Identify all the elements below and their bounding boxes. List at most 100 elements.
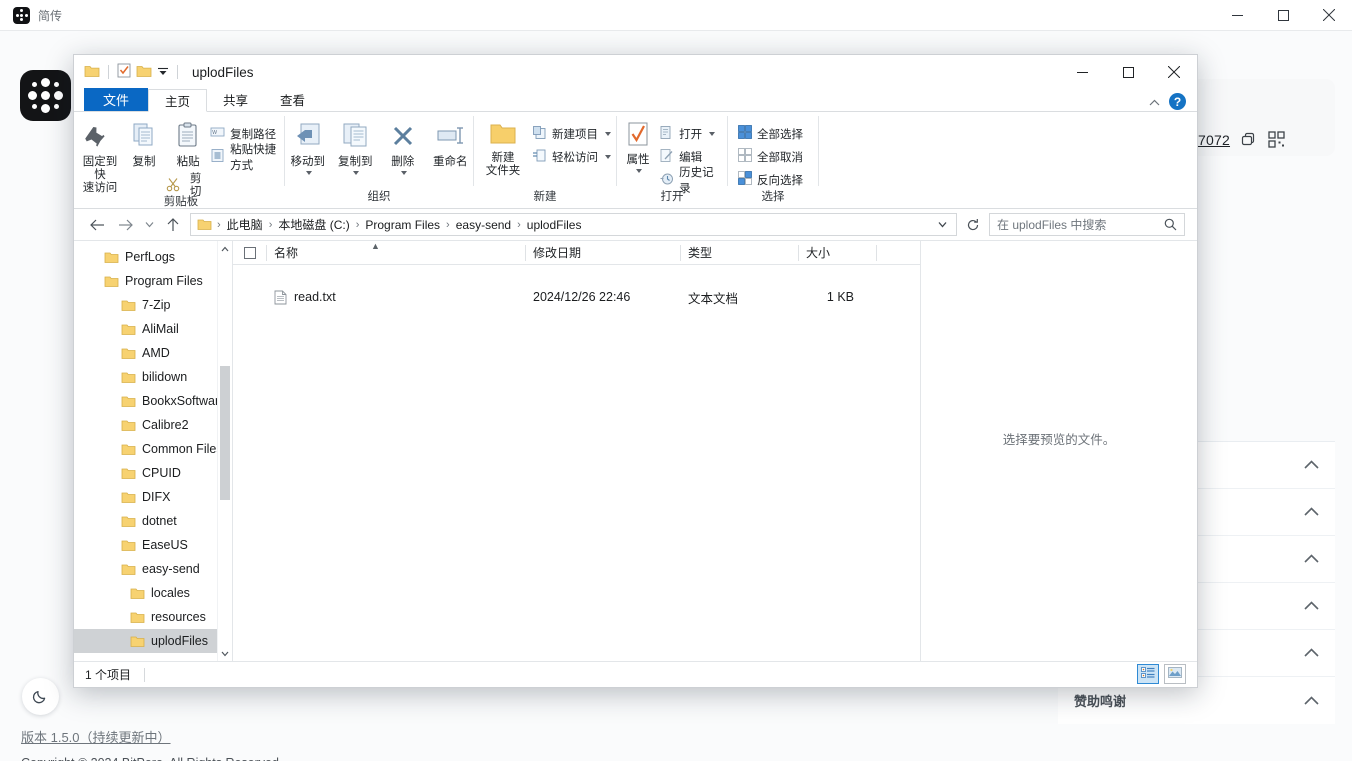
column-header-size[interactable]: 大小 <box>798 241 876 265</box>
customize-dropdown-icon[interactable] <box>157 65 169 80</box>
tree-item-alimail[interactable]: AliMail <box>74 317 232 341</box>
tree-item-dotnet[interactable]: dotnet <box>74 509 232 533</box>
breadcrumb-separator[interactable]: › <box>516 219 522 231</box>
tab-home[interactable]: 主页 <box>148 89 207 112</box>
version-link[interactable]: 版本 1.5.0（持续更新中） <box>21 727 171 746</box>
tab-file[interactable]: 文件 <box>84 88 148 111</box>
properties-dropdown-icon[interactable] <box>636 169 642 173</box>
tree-item-locales[interactable]: locales <box>74 581 232 605</box>
explorer-maximize-button[interactable] <box>1105 55 1151 89</box>
tree-item-program-files[interactable]: Program Files <box>74 269 232 293</box>
breadcrumb-item-local-disk[interactable]: 本地磁盘 (C:) <box>275 216 352 233</box>
chevron-up-icon[interactable] <box>1304 694 1319 708</box>
open-dropdown-icon[interactable] <box>709 132 715 136</box>
qr-code-icon[interactable] <box>1268 131 1285 148</box>
properties-button[interactable]: 属性 <box>617 117 659 173</box>
chevron-up-icon[interactable] <box>1304 505 1319 519</box>
invert-selection-button[interactable]: 反向选择 <box>738 170 808 189</box>
select-all-checkbox[interactable] <box>244 247 256 259</box>
tree-item-7zip[interactable]: 7-Zip <box>74 293 232 317</box>
tree-item-amd[interactable]: AMD <box>74 341 232 365</box>
app-minimize-button[interactable] <box>1214 0 1260 31</box>
breadcrumb-item-uplodfiles[interactable]: uplodFiles <box>524 218 585 232</box>
tree-item-resources[interactable]: resources <box>74 605 232 629</box>
large-icons-view-button[interactable] <box>1164 664 1186 684</box>
file-name-cell[interactable]: read.txt <box>266 290 525 305</box>
explorer-close-button[interactable] <box>1151 55 1197 89</box>
paste-button[interactable]: 粘贴 剪切 <box>166 117 210 195</box>
breadcrumb-separator[interactable]: › <box>445 219 451 231</box>
breadcrumb-bar[interactable]: › 此电脑 › 本地磁盘 (C:) › Program Files › easy… <box>190 213 957 236</box>
search-input[interactable]: 在 uplodFiles 中搜索 <box>989 213 1185 236</box>
app-close-button[interactable] <box>1306 0 1352 31</box>
copy-button[interactable]: 复制 <box>122 117 166 169</box>
column-header-type[interactable]: 类型 <box>680 241 798 265</box>
tree-item-easy-send[interactable]: easy-send <box>74 557 232 581</box>
breadcrumb-item-this-pc[interactable]: 此电脑 <box>224 216 266 233</box>
new-item-button[interactable]: 新建项目 <box>532 124 616 143</box>
column-header-extra[interactable] <box>876 241 906 265</box>
column-header-name[interactable]: 名称 <box>266 241 525 265</box>
easy-access-button[interactable]: 轻松访问 <box>532 147 616 166</box>
help-button[interactable]: ? <box>1169 93 1186 110</box>
tab-share[interactable]: 共享 <box>207 88 264 111</box>
copy-to-button[interactable]: 复制到 <box>333 117 379 175</box>
move-to-button[interactable]: 移动到 <box>285 117 331 175</box>
tab-view[interactable]: 查看 <box>264 88 321 111</box>
delete-button[interactable]: 删除 <box>380 117 426 175</box>
copy-to-dropdown-icon[interactable] <box>353 171 359 175</box>
up-arrow-icon[interactable] <box>162 214 184 236</box>
explorer-minimize-button[interactable] <box>1059 55 1105 89</box>
properties-checklist-icon[interactable] <box>117 63 131 81</box>
chevron-up-icon[interactable] <box>218 241 232 256</box>
details-view-button[interactable] <box>1137 664 1159 684</box>
easy-access-dropdown-icon[interactable] <box>605 155 611 159</box>
chevron-down-icon[interactable] <box>933 221 952 228</box>
breadcrumb-separator[interactable]: › <box>216 219 222 231</box>
chevron-up-icon[interactable] <box>1304 599 1319 613</box>
tree-item-cpuid[interactable]: CPUID <box>74 461 232 485</box>
recent-dropdown-icon[interactable] <box>142 214 156 236</box>
tree-item-calibre2[interactable]: Calibre2 <box>74 413 232 437</box>
paste-shortcut-button[interactable]: 粘贴快捷方式 <box>210 147 284 166</box>
breadcrumb-separator[interactable]: › <box>268 219 274 231</box>
chevron-up-icon[interactable] <box>1304 458 1319 472</box>
column-header-modified[interactable]: 修改日期 <box>525 241 680 265</box>
tree-scrollbar[interactable] <box>217 241 232 661</box>
rename-button[interactable]: 重命名 <box>428 117 474 169</box>
chevron-up-icon[interactable] <box>1149 95 1160 109</box>
tree-item-perflogs[interactable]: PerfLogs <box>74 245 232 269</box>
dark-mode-toggle-button[interactable] <box>22 678 59 715</box>
back-arrow-icon[interactable] <box>86 214 108 236</box>
delete-dropdown-icon[interactable] <box>401 171 407 175</box>
folder-icon[interactable] <box>84 64 100 81</box>
table-row[interactable]: read.txt 2024/12/26 22:46 文本文档 1 KB <box>233 285 920 309</box>
chevron-up-icon[interactable] <box>1304 552 1319 566</box>
tree-item-easeus[interactable]: EaseUS <box>74 533 232 557</box>
chevron-down-icon[interactable] <box>218 646 232 661</box>
pin-to-quick-access-button[interactable]: 固定到快 速访问 <box>78 117 122 195</box>
select-none-button[interactable]: 全部取消 <box>738 147 808 166</box>
app-maximize-button[interactable] <box>1260 0 1306 31</box>
new-folder-icon[interactable] <box>136 64 152 81</box>
open-button[interactable]: 打开 <box>659 124 727 143</box>
tree-item-common-files[interactable]: Common Files <box>74 437 232 461</box>
breadcrumb-separator[interactable]: › <box>355 219 361 231</box>
new-item-dropdown-icon[interactable] <box>605 132 611 136</box>
tree-scrollbar-thumb[interactable] <box>220 366 230 500</box>
tree-item-bookxsoftware[interactable]: BookxSoftware <box>74 389 232 413</box>
tree-item-difx[interactable]: DIFX <box>74 485 232 509</box>
cut-button[interactable]: 剪切 <box>166 176 210 195</box>
breadcrumb-item-program-files[interactable]: Program Files <box>362 218 443 232</box>
tree-item-uplodfiles[interactable]: uplodFiles <box>74 629 232 653</box>
new-folder-button[interactable]: 新建 文件夹 <box>474 117 532 178</box>
select-all-button[interactable]: 全部选择 <box>738 124 808 143</box>
forward-arrow-icon[interactable] <box>114 214 136 236</box>
move-to-dropdown-icon[interactable] <box>306 171 312 175</box>
search-icon[interactable] <box>1164 218 1177 231</box>
copy-icon[interactable] <box>1241 132 1257 148</box>
history-button[interactable]: 历史记录 <box>659 170 727 189</box>
tree-item-bilidown[interactable]: bilidown <box>74 365 232 389</box>
refresh-icon[interactable] <box>963 218 983 232</box>
breadcrumb-item-easy-send[interactable]: easy-send <box>453 218 514 232</box>
